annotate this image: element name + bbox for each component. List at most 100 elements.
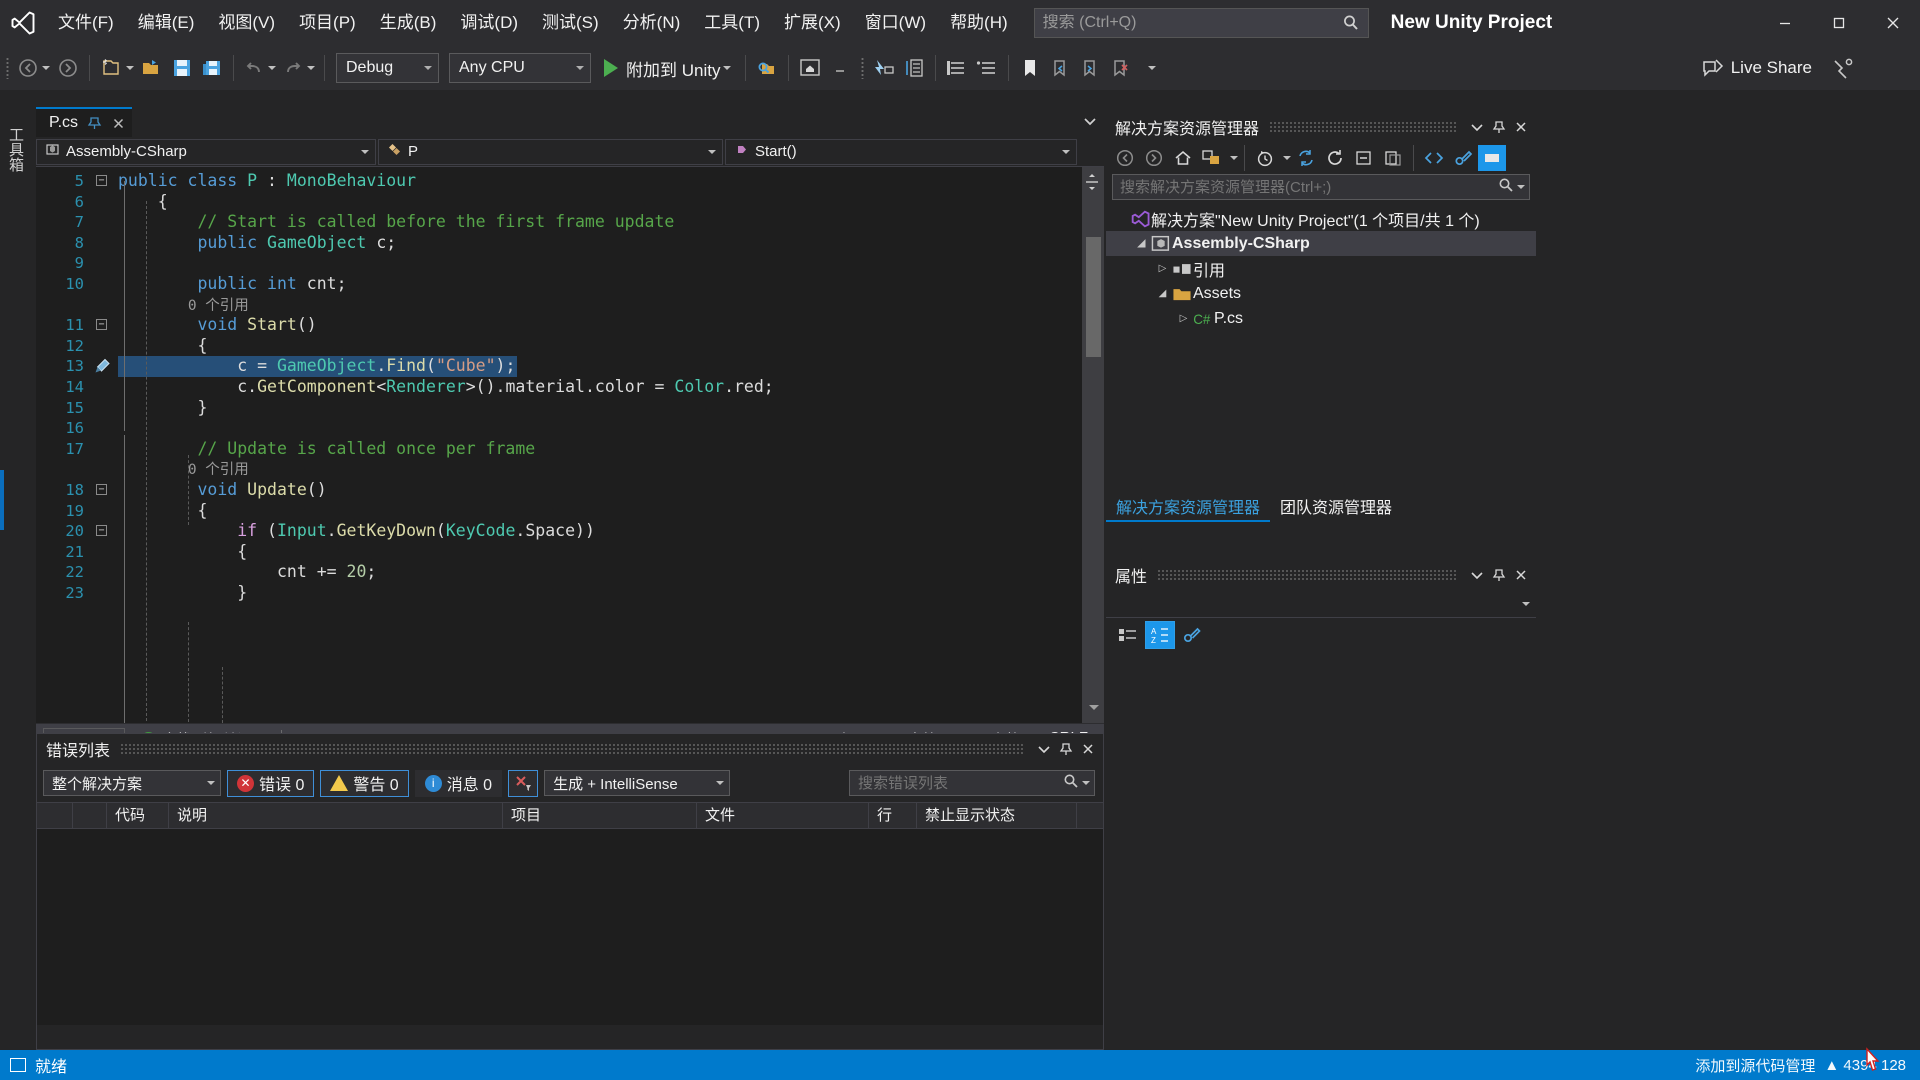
se-refresh-button[interactable] [1321,145,1349,171]
glyph-margin[interactable] [92,336,118,357]
back-dropdown-caret[interactable] [42,66,50,70]
fold-toggle-icon[interactable]: − [96,525,107,537]
feedback-icon[interactable] [1830,56,1856,82]
code-line[interactable]: 9 [36,253,1104,274]
code-line[interactable]: 0 个引用 [36,459,1104,480]
code-text[interactable]: if (Input.GetKeyDown(KeyCode.Space)) [118,521,1104,542]
source-control-label[interactable]: 添加到源代码管理 [1695,1055,1815,1076]
new-project-caret[interactable] [126,66,134,70]
props-pin-button[interactable] [1488,564,1510,586]
fold-toggle-icon[interactable]: − [96,483,107,495]
new-project-button[interactable] [96,51,137,85]
save-button[interactable] [167,51,197,85]
glyph-margin[interactable] [92,377,118,398]
tree-item-csharp-icon[interactable]: ▷ C# P.cs [1106,306,1536,331]
solution-platform-combo[interactable]: Any CPU [449,53,591,83]
editor-vertical-scrollbar[interactable] [1082,167,1104,723]
redo-caret[interactable] [307,66,315,70]
col-file[interactable]: 文件 [697,802,869,829]
code-text[interactable]: c = GameObject.Find("Cube"); [118,356,1104,377]
se-sync-button[interactable] [1292,145,1320,171]
glyph-margin[interactable] [92,274,118,295]
menu-debug[interactable]: 调试(D) [448,0,530,46]
codelens-reference-count[interactable]: 0 个引用 [118,298,249,314]
code-text[interactable]: void Start() [118,315,1104,336]
code-line[interactable]: 16 [36,418,1104,439]
menu-tools[interactable]: 工具(T) [692,0,772,46]
code-text[interactable]: void Update() [118,480,1104,501]
glyph-margin[interactable] [92,583,118,604]
toolbar-grip[interactable] [0,54,14,82]
code-text[interactable] [118,253,1104,274]
code-line[interactable]: 15 } [36,398,1104,419]
properties-object-combo[interactable] [1106,590,1536,618]
toggle-bookmark-button[interactable] [1015,51,1045,85]
error-list-close-button[interactable] [1077,738,1099,760]
code-line[interactable]: 5 − public class P : MonoBehaviour [36,171,1104,192]
code-line[interactable]: 21 { [36,542,1104,563]
fold-toggle-icon[interactable]: − [96,319,107,331]
navigate-forward-button[interactable] [53,51,83,85]
navigate-backward-button[interactable] [14,51,53,85]
menu-build[interactable]: 生成(B) [368,0,449,46]
se-forward-button[interactable] [1140,145,1168,171]
glyph-margin[interactable] [92,459,118,480]
properties-window-button[interactable] [899,51,929,85]
toolbox-tab[interactable]: 工具箱 [0,100,26,192]
solution-configuration-combo[interactable]: Debug [336,53,439,83]
code-text[interactable]: // Update is called once per frame [118,439,1104,460]
code-text[interactable]: } [118,398,1104,419]
navbar-member-combo[interactable]: Start() [725,138,1077,165]
code-text[interactable]: { [118,542,1104,563]
split-view-handle[interactable] [1082,171,1102,193]
menu-help[interactable]: 帮助(H) [938,0,1020,46]
se-view-code-button[interactable] [1420,145,1448,171]
save-all-button[interactable] [197,51,227,85]
se-pin-button[interactable] [1488,116,1510,138]
quick-search-input[interactable] [1042,14,1342,32]
col-code[interactable]: 代码 [107,802,169,829]
tree-item-references-icon[interactable]: ▷ 引用 [1106,256,1536,281]
messages-filter-chip[interactable]: i 消息 0 [414,769,503,797]
alphabetical-view-button[interactable]: AZ [1145,621,1175,649]
navigate-to-button[interactable] [869,51,899,85]
glyph-margin[interactable] [92,212,118,233]
property-pages-button[interactable] [1178,622,1206,648]
bookmark-icon[interactable] [94,358,111,374]
glyph-margin[interactable] [92,295,118,316]
clear-bookmarks-button[interactable] [1105,51,1135,85]
collapsed-arrow-icon[interactable]: ▷ [1154,263,1171,274]
document-tab-p-cs[interactable]: P.cs [36,107,133,137]
panel-drag-dots[interactable] [120,743,1023,755]
build-intellisense-combo[interactable]: 生成 + IntelliSense [544,770,731,796]
toolbar-options-button[interactable] [1135,51,1165,85]
search-folder-button[interactable] [752,51,782,85]
glyph-margin[interactable] [92,356,118,377]
expanded-arrow-icon[interactable]: ◢ [1133,238,1150,249]
solution-explorer-search[interactable] [1112,174,1530,200]
code-text[interactable]: } [118,583,1104,604]
open-file-button[interactable] [137,51,167,85]
props-close-button[interactable] [1510,564,1532,586]
error-list-rows[interactable] [37,829,1103,1025]
menu-test[interactable]: 测试(S) [530,0,611,46]
undo-caret[interactable] [268,66,276,70]
code-line[interactable]: 8 public GameObject c; [36,233,1104,254]
code-line[interactable]: 13 c = GameObject.Find("Cube"); [36,356,1104,377]
se-pending-caret[interactable] [1283,156,1291,160]
fold-toggle-icon[interactable]: − [96,175,107,186]
se-properties-button[interactable] [1449,145,1477,171]
expanded-arrow-icon[interactable]: ◢ [1154,288,1171,299]
menu-file[interactable]: 文件(F) [46,0,126,46]
toolbar-grip-2[interactable] [855,54,869,82]
col-suppression[interactable]: 禁止显示状态 [917,802,1077,829]
glyph-margin[interactable] [92,542,118,563]
undo-button[interactable] [240,51,279,85]
menu-analyze[interactable]: 分析(N) [611,0,693,46]
se-switch-views-button[interactable] [1198,145,1226,171]
code-text[interactable]: // Start is called before the first fram… [118,212,1104,233]
glyph-margin[interactable] [92,398,118,419]
code-line[interactable]: 12 { [36,336,1104,357]
glyph-margin[interactable]: − [92,171,118,192]
col-blank[interactable] [37,802,73,829]
